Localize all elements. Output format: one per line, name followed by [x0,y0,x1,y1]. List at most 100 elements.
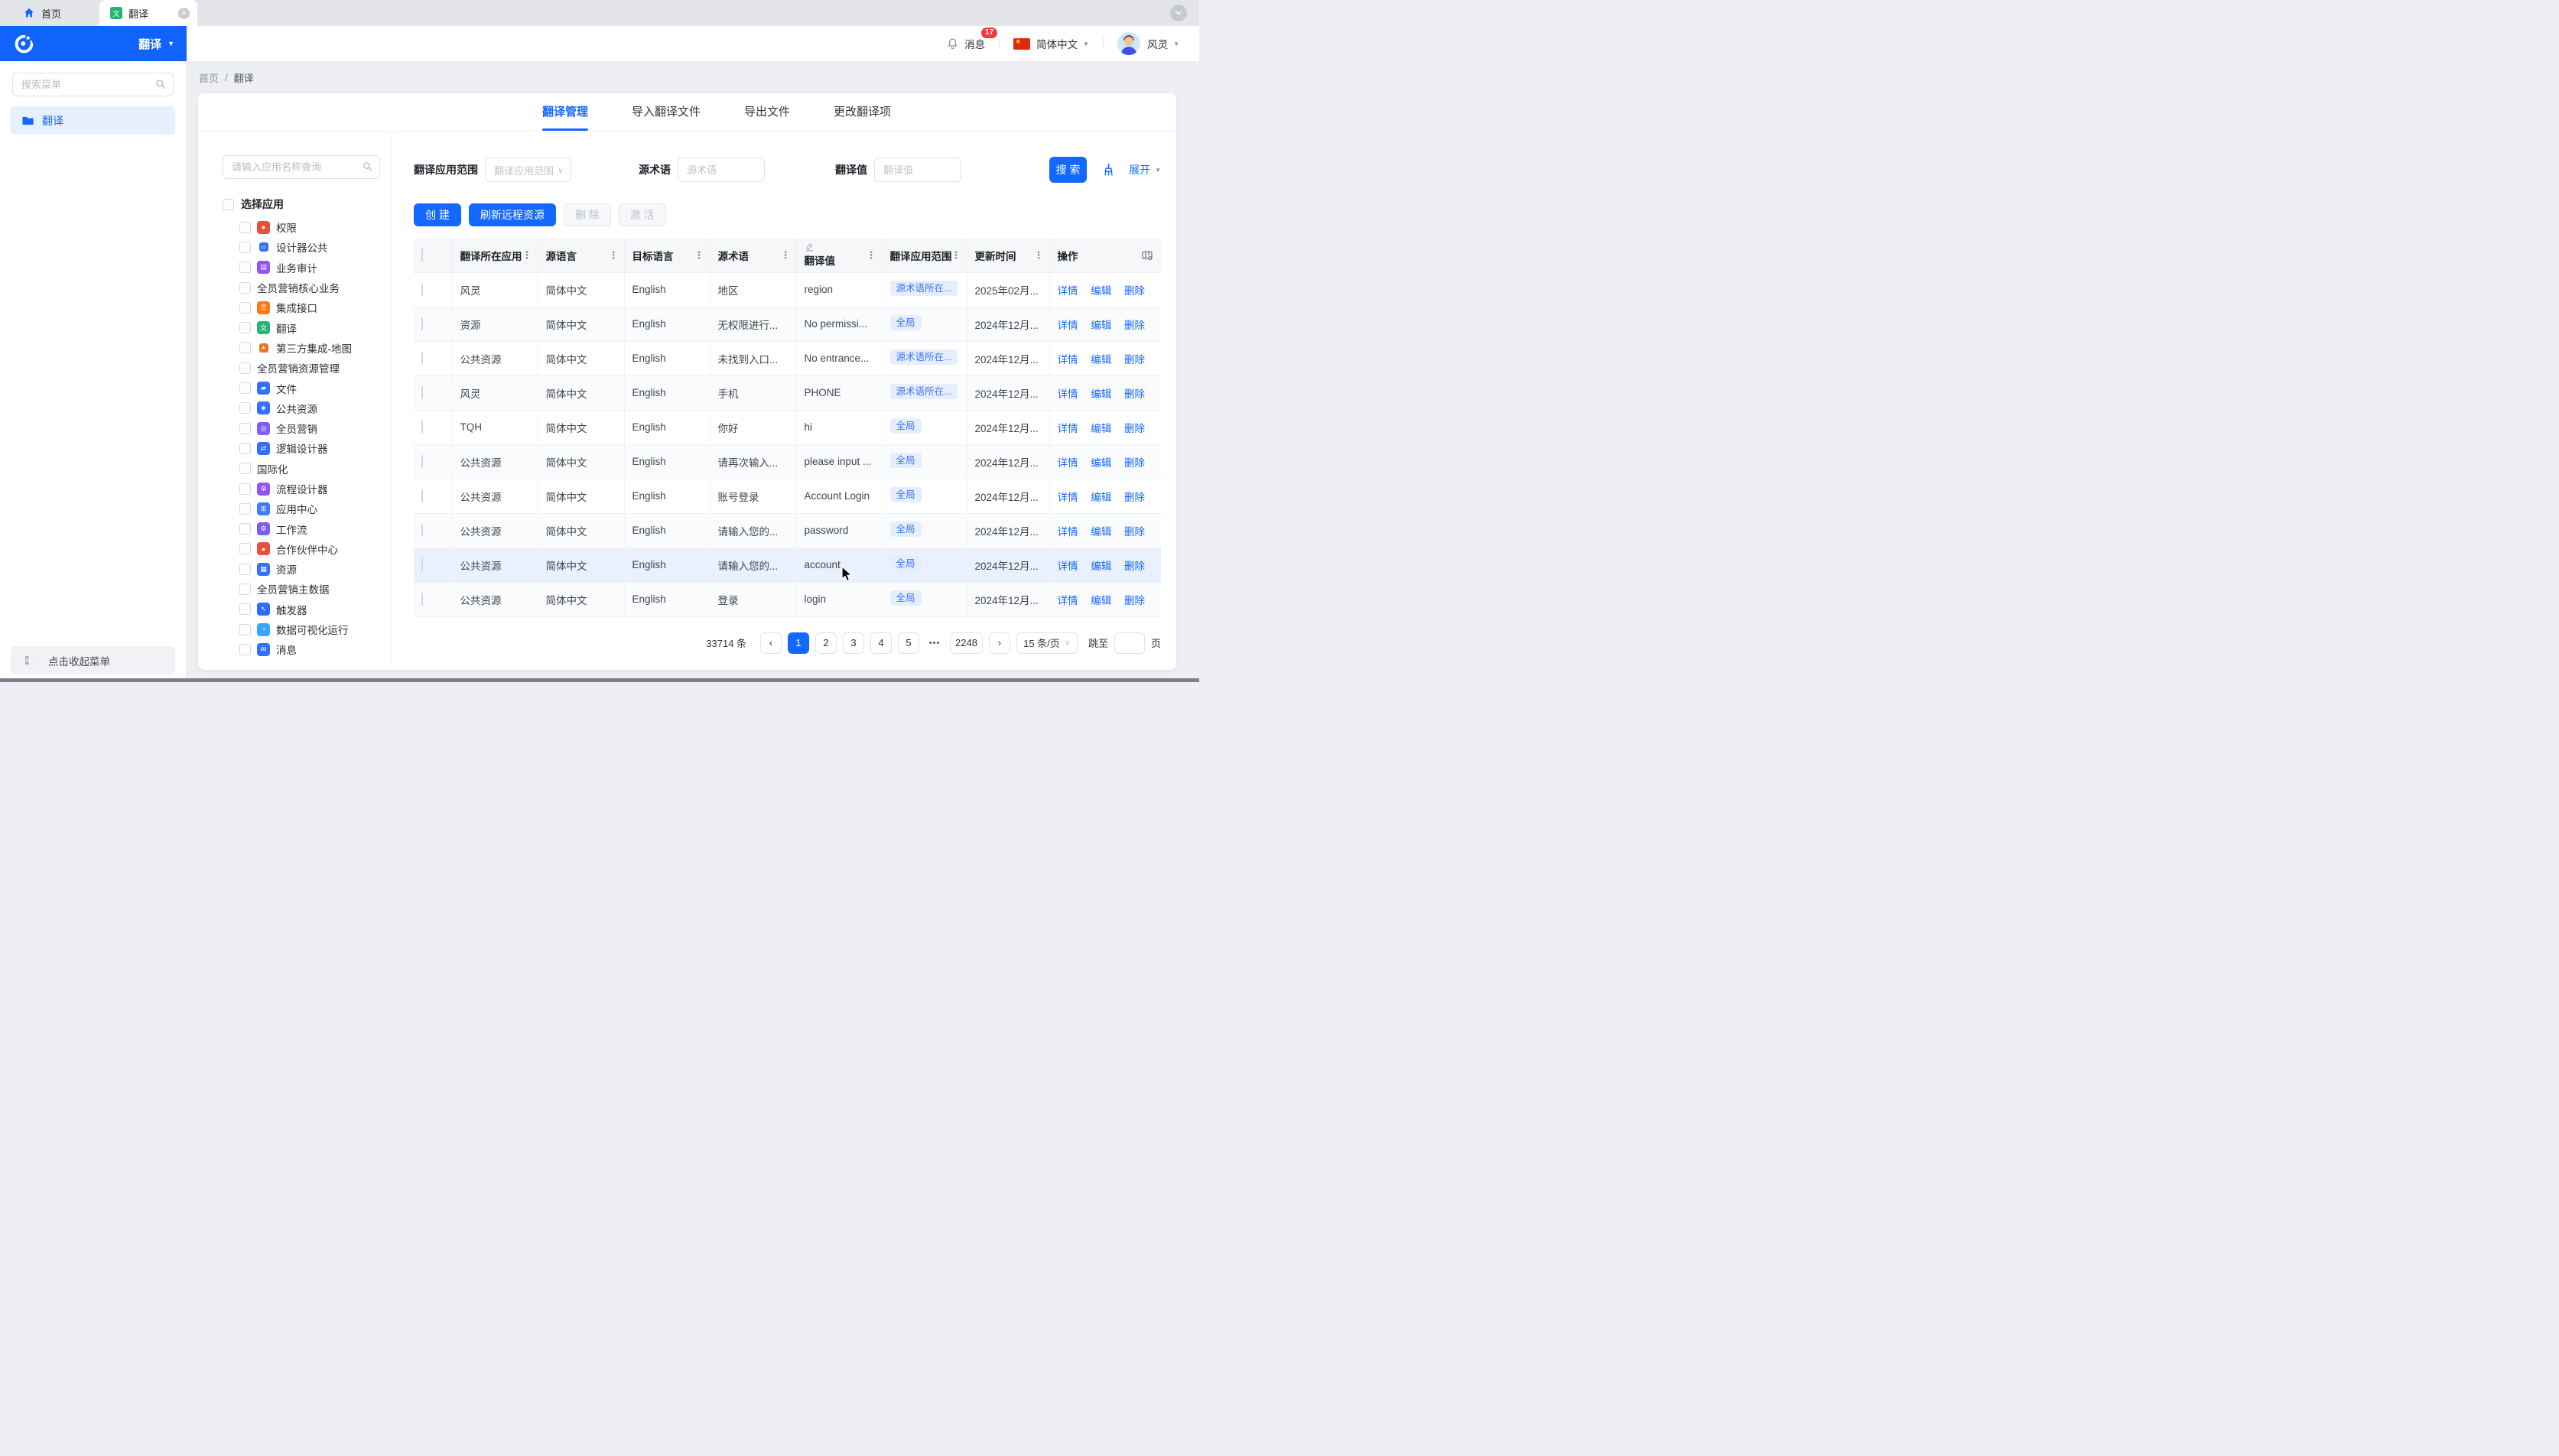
col-value[interactable]: 翻译值⋮ [796,239,882,272]
app-checkbox[interactable] [239,564,251,575]
column-menu-icon[interactable]: ⋮ [609,249,619,262]
detail-link[interactable]: 详情 [1058,388,1078,400]
detail-link[interactable]: 详情 [1058,526,1078,538]
home-tab[interactable]: 首页 [0,6,61,21]
app-checkbox[interactable] [239,302,251,314]
page-button-1[interactable]: 1 [788,632,809,654]
app-tree-item[interactable]: 全员营销主数据 [223,579,380,599]
app-tree-item[interactable]: ⊞ 应用中心 [223,499,380,518]
table-row[interactable]: 公共资源简体中文English 请输入您的...account 全局 2024年… [414,548,1161,582]
page-button-4[interactable]: 4 [870,632,892,654]
page-button-5[interactable]: 5 [898,632,919,654]
tab-4[interactable]: 更改翻译项 [834,103,891,131]
tab-2[interactable]: 导入翻译文件 [632,103,701,131]
app-checkbox[interactable] [239,583,251,595]
row-checkbox[interactable] [421,283,423,296]
app-tree-item[interactable]: ▭ 设计器公共 [223,237,380,257]
row-checkbox[interactable] [421,386,423,399]
row-checkbox[interactable] [421,317,423,330]
app-tree-item[interactable]: ☰ 集成接口 [223,297,380,317]
next-page-button[interactable]: › [989,632,1010,654]
col-app[interactable]: 翻译所在应用⋮ [452,239,538,272]
app-tree-item[interactable]: ▲ 第三方集成-地图 [223,338,380,358]
page-button-2[interactable]: 2 [815,632,837,654]
app-checkbox[interactable] [239,382,251,394]
delete-link[interactable]: 删除 [1124,388,1145,400]
edit-link[interactable]: 编辑 [1091,492,1111,503]
app-tree-item[interactable]: ▰ 文件 [223,378,380,398]
app-tree-item[interactable]: ● 合作伙伴中心 [223,539,380,559]
app-search-input[interactable] [223,155,380,179]
table-row[interactable]: 公共资源简体中文English 请再次输入...please input ...… [414,444,1161,479]
app-tree-item[interactable]: ● 权限 [223,217,380,237]
edit-link[interactable]: 编辑 [1091,354,1111,366]
app-checkbox[interactable] [239,322,251,333]
delete-link[interactable]: 删除 [1124,492,1145,503]
table-row[interactable]: 风灵简体中文English 手机PHONE 源术语所在... 2024年12月.… [414,375,1161,410]
row-checkbox[interactable] [421,455,423,468]
page-size-select[interactable]: 15 条/页 ∨ [1016,632,1078,654]
app-tree-item[interactable]: ▤ 业务审计 [223,258,380,278]
column-menu-icon[interactable]: ⋮ [951,249,961,262]
col-term[interactable]: 源术语⋮ [710,239,796,272]
last-page-button[interactable]: 2248 [950,632,983,654]
detail-link[interactable]: 详情 [1058,561,1078,572]
app-checkbox[interactable] [239,503,251,515]
edit-link[interactable]: 编辑 [1091,285,1111,297]
select-all-apps[interactable]: 选择应用 [223,197,380,212]
sidebar-item-translation[interactable]: 翻译 [11,106,175,135]
delete-link[interactable]: 删除 [1124,320,1145,331]
app-tree-item[interactable]: 全员营销核心业务 [223,278,380,297]
page-button-3[interactable]: 3 [843,632,864,654]
column-menu-icon[interactable]: ⋮ [1034,249,1044,262]
edit-link[interactable]: 编辑 [1091,526,1111,538]
prev-page-button[interactable]: ‹ [760,632,782,654]
table-row[interactable]: 公共资源简体中文English 登录login 全局 2024年12月... 详… [414,582,1161,616]
table-row[interactable]: TQH简体中文English 你好hi 全局 2024年12月... 详情 编辑… [414,410,1161,444]
app-tree-item[interactable]: 国际化 [223,459,380,479]
app-tree-item[interactable]: ◔ 数据可视化运行 [223,619,380,639]
column-settings-icon[interactable] [1141,249,1153,262]
column-menu-icon[interactable]: ⋮ [522,249,532,262]
delete-button[interactable]: 删 除 [564,203,611,226]
refresh-remote-button[interactable]: 刷新远程资源 [469,203,556,226]
column-menu-icon[interactable]: ⋮ [867,249,876,262]
app-checkbox[interactable] [239,603,251,615]
detail-link[interactable]: 详情 [1058,492,1078,503]
delete-link[interactable]: 删除 [1124,457,1145,469]
edit-link[interactable]: 编辑 [1091,595,1111,606]
col-scope[interactable]: 翻译应用范围⋮ [882,239,967,272]
table-row[interactable]: 资源简体中文English 无权限进行...No permissi... 全局 … [414,307,1161,341]
col-updated[interactable]: 更新时间⋮ [967,239,1049,272]
clear-filters-broom-icon[interactable] [1101,163,1116,177]
tab-3[interactable]: 导出文件 [744,103,790,131]
app-checkbox[interactable] [239,222,251,233]
delete-link[interactable]: 删除 [1124,354,1145,366]
collapse-tabbar-button[interactable] [1170,5,1187,21]
breadcrumb-home[interactable]: 首页 [199,70,219,85]
term-filter-input[interactable] [687,164,757,176]
app-checkbox[interactable] [239,242,251,253]
app-tree-item[interactable]: ◈ 公共资源 [223,398,380,418]
sidebar-search-input[interactable] [12,73,174,96]
app-title[interactable]: 翻译 [138,36,161,52]
app-checkbox[interactable] [239,483,251,495]
col-target-lang[interactable]: 目标语言⋮ [624,239,710,272]
app-checkbox[interactable] [239,262,251,273]
col-source-lang[interactable]: 源语言⋮ [538,239,624,272]
language-switcher[interactable]: ★ 简体中文 ▼ [1013,36,1089,51]
tab-1[interactable]: 翻译管理 [542,103,588,131]
delete-link[interactable]: 删除 [1124,526,1145,538]
app-tree-item[interactable]: ⚙ 工作流 [223,518,380,538]
create-button[interactable]: 创 建 [414,203,461,226]
app-tree-item[interactable]: ⇄ 逻辑设计器 [223,438,380,458]
detail-link[interactable]: 详情 [1058,320,1078,331]
edit-link[interactable]: 编辑 [1091,388,1111,400]
edit-link[interactable]: 编辑 [1091,423,1111,434]
edit-link[interactable]: 编辑 [1091,561,1111,572]
edit-link[interactable]: 编辑 [1091,457,1111,469]
column-menu-icon[interactable]: ⋮ [781,249,791,262]
app-tree-item[interactable]: ↖ 触发器 [223,600,380,619]
row-checkbox[interactable] [421,593,423,606]
row-checkbox[interactable] [421,421,423,434]
